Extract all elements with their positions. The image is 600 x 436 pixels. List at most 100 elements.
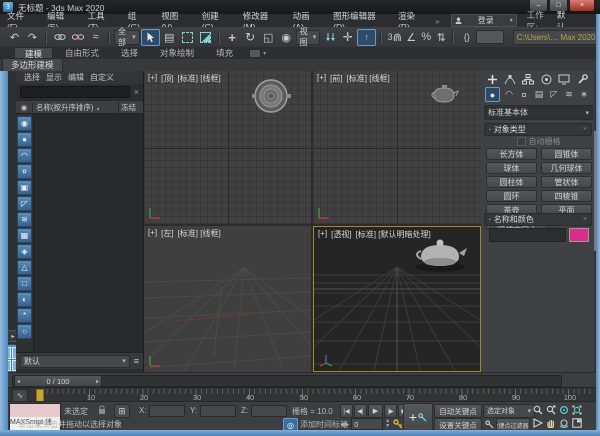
viewport-general-menu[interactable]: [+] xyxy=(148,73,157,84)
select-manipulate-icon[interactable]: ✛ xyxy=(339,29,356,45)
explorer-tab-display[interactable]: 显示 xyxy=(46,72,62,83)
select-by-name-icon[interactable]: ▤ xyxy=(161,29,178,45)
torus-button[interactable]: 圆环 xyxy=(486,190,537,202)
explorer-column-header[interactable]: ◉ 名称(按升序排序) ▲ 冻结 xyxy=(16,100,143,114)
maximize-viewport-toggle-icon[interactable] xyxy=(571,417,583,429)
viewport-top[interactable]: [+] [顶] [标准] [线框] xyxy=(144,71,311,224)
sort-hierarchy-icon[interactable]: ◉ xyxy=(17,116,32,131)
hierarchy-tab-icon[interactable] xyxy=(521,73,535,85)
field-of-view-icon[interactable] xyxy=(532,417,544,429)
rollout-pin-icon[interactable]: × xyxy=(583,126,587,133)
link-icon[interactable] xyxy=(51,29,68,45)
modify-tab-icon[interactable] xyxy=(503,73,517,85)
ribbon-tab-selection[interactable]: 选择 xyxy=(111,47,148,59)
select-rotate-icon[interactable]: ↻ xyxy=(242,29,259,45)
display-frozen-icon[interactable]: * xyxy=(17,308,32,323)
snap-3d-icon[interactable]: 3⋒ xyxy=(386,29,403,45)
ribbon-tab-populate[interactable]: 填充 xyxy=(206,47,243,59)
explorer-tab-customize[interactable]: 自定义 xyxy=(90,72,114,83)
next-frame-arrow[interactable]: ▸ xyxy=(96,378,99,385)
motion-tab-icon[interactable] xyxy=(539,73,553,85)
select-scale-icon[interactable]: ◱ xyxy=(260,29,277,45)
selection-lock-icon[interactable] xyxy=(96,404,108,416)
display-hidden-icon[interactable]: ○ xyxy=(17,324,32,339)
time-slider-grip[interactable]: ◂ 0 / 100 ▸ xyxy=(14,375,102,387)
name-color-rollout[interactable]: ▪ 名称和颜色 × xyxy=(484,213,592,226)
viewport-left[interactable]: [+] [左] [标准] [线框] xyxy=(144,226,311,372)
explorer-settings-icon[interactable]: ≡ xyxy=(134,356,139,366)
viewport-general-menu[interactable]: [+] xyxy=(317,73,326,84)
ribbon-tab-freeform[interactable]: 自由形式 xyxy=(55,47,109,59)
use-pivot-center-icon[interactable] xyxy=(321,29,338,45)
viewport-general-menu[interactable]: [+] xyxy=(148,228,157,239)
cameras-category-icon[interactable]: ▤ xyxy=(533,89,545,101)
display-lights-icon[interactable]: ¤ xyxy=(17,164,32,179)
display-helpers-icon[interactable]: ◸ xyxy=(17,196,32,211)
explorer-tab-select[interactable]: 选择 xyxy=(24,72,40,83)
explorer-preset-dropdown[interactable]: 默认▾ xyxy=(20,355,130,368)
auto-key-button[interactable]: 自动关键点 xyxy=(434,404,482,418)
lights-category-icon[interactable]: ¤ xyxy=(518,89,530,101)
viewport-perspective-active[interactable]: [+] [透视] [标准] [默认明暗处理] xyxy=(313,226,481,372)
go-to-start-button[interactable]: |◀ xyxy=(340,404,353,418)
explorer-object-list[interactable] xyxy=(34,114,143,352)
viewport-pov-menu[interactable]: [顶] xyxy=(161,73,173,84)
create-tab-icon[interactable] xyxy=(485,73,499,85)
viewport-shading-menu[interactable]: [标准] [线框] xyxy=(347,73,390,84)
window-crossing-icon[interactable] xyxy=(197,29,214,45)
prev-frame-arrow[interactable]: ◂ xyxy=(17,378,20,385)
unlink-icon[interactable] xyxy=(69,29,86,45)
zoom-icon[interactable] xyxy=(532,404,544,416)
object-name-field[interactable] xyxy=(489,228,566,242)
pyramid-button[interactable]: 四棱锥 xyxy=(541,190,592,202)
frozen-column-header[interactable]: 冻结 xyxy=(118,102,143,113)
set-keys-big-button[interactable]: + xyxy=(403,403,433,431)
select-place-icon[interactable]: ◉ xyxy=(278,29,295,45)
select-move-icon[interactable]: + xyxy=(224,29,241,45)
viewport-general-menu[interactable]: [+] xyxy=(318,229,327,240)
autogrid-checkbox[interactable] xyxy=(517,137,526,146)
selection-filter-dropdown[interactable]: 全部▾ xyxy=(114,30,140,45)
object-color-swatch[interactable] xyxy=(569,228,589,242)
pan-view-icon[interactable] xyxy=(545,417,557,429)
select-object-icon[interactable] xyxy=(141,29,160,46)
current-frame-field[interactable]: 0 xyxy=(351,418,383,430)
track-bar[interactable]: ∿ 10 20 30 40 50 60 70 80 90 100 xyxy=(8,387,596,402)
undo-icon[interactable]: ↶ xyxy=(6,29,23,45)
display-shapes-icon[interactable]: ◠ xyxy=(17,148,32,163)
ref-coord-dropdown[interactable]: 视图▾ xyxy=(296,30,321,45)
systems-category-icon[interactable]: ∗ xyxy=(578,89,590,101)
display-cameras-icon[interactable]: ▣ xyxy=(17,180,32,195)
orbit-icon[interactable] xyxy=(558,417,570,429)
next-frame-button[interactable]: |▶ xyxy=(384,404,397,418)
ribbon-display-toggle-icon[interactable]: ▾ xyxy=(249,49,266,58)
display-bones-icon[interactable]: △ xyxy=(17,260,32,275)
play-animation-button[interactable]: ▶ xyxy=(368,404,383,418)
geosphere-button[interactable]: 几何球体 xyxy=(541,162,592,174)
x-coordinate-field[interactable] xyxy=(149,405,185,417)
explorer-tab-edit[interactable]: 编辑 xyxy=(68,72,84,83)
shapes-category-icon[interactable]: ◠ xyxy=(503,89,515,101)
geometry-category-icon[interactable]: ● xyxy=(485,87,500,102)
display-tab-icon[interactable] xyxy=(557,73,571,85)
absolute-mode-icon[interactable]: ⊞ xyxy=(114,404,130,418)
redo-icon[interactable]: ↷ xyxy=(24,29,41,45)
spacewarps-category-icon[interactable]: ≋ xyxy=(563,89,575,101)
primitive-category-dropdown[interactable]: 标准基本体▾ xyxy=(484,105,593,120)
macro-recorder-pane[interactable] xyxy=(10,404,60,417)
tube-button[interactable]: 管状体 xyxy=(541,176,592,188)
cylinder-button[interactable]: 圆柱体 xyxy=(486,176,537,188)
percent-snap-icon[interactable]: % xyxy=(419,29,433,45)
viewport-shading-menu[interactable]: [标准] [线框] xyxy=(178,73,221,84)
rollout-pin-icon[interactable]: × xyxy=(583,216,587,223)
display-groups-icon[interactable]: ▦ xyxy=(17,228,32,243)
viewport-shading-menu[interactable]: [标准] [线框] xyxy=(178,228,221,239)
object-type-rollout[interactable]: ▪ 对象类型 × xyxy=(484,123,592,136)
keyboard-override-icon[interactable]: ↑ xyxy=(357,29,376,46)
explorer-search-input[interactable] xyxy=(20,86,130,98)
frame-spinner[interactable]: ▲▼ xyxy=(385,419,390,429)
zoom-extents-all-icon[interactable] xyxy=(571,404,583,416)
helpers-category-icon[interactable]: ◸ xyxy=(548,89,560,101)
rect-selection-region-icon[interactable] xyxy=(179,29,196,45)
box-button[interactable]: 长方体 xyxy=(486,148,537,160)
